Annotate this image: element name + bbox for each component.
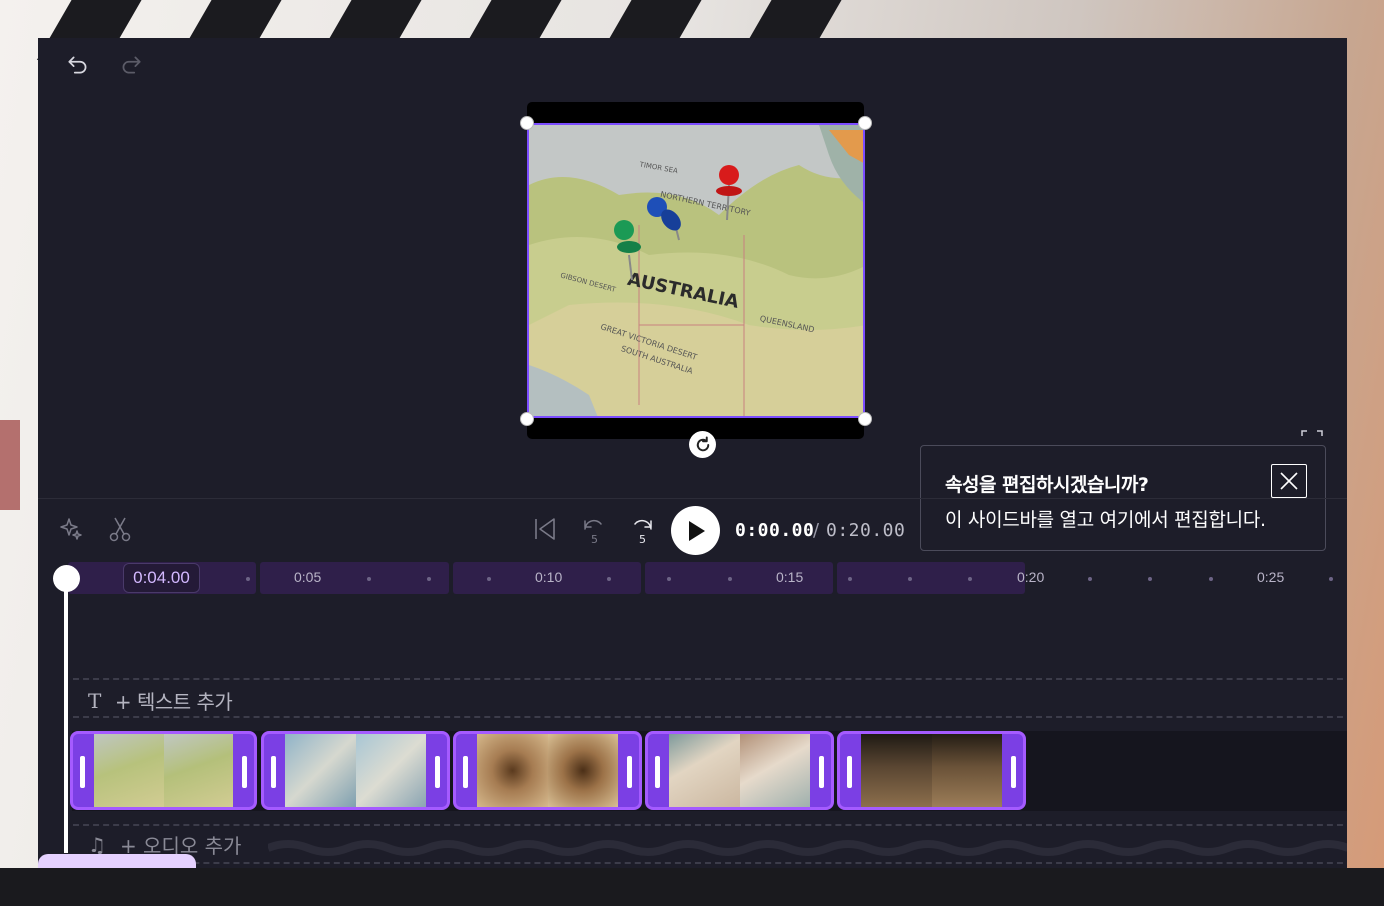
undo-icon[interactable] bbox=[65, 52, 91, 78]
resize-handle-bottom-right[interactable] bbox=[858, 412, 872, 426]
clip-thumbnails bbox=[94, 734, 233, 807]
clip-thumbnails bbox=[861, 734, 1002, 807]
ruler-dot bbox=[848, 577, 852, 581]
tooltip-title: 속성을 편집하시겠습니까? bbox=[945, 474, 1149, 496]
track-border bbox=[73, 862, 1347, 864]
ruler-dot bbox=[487, 577, 491, 581]
ruler-segment[interactable] bbox=[260, 562, 449, 594]
panel-divider bbox=[38, 498, 1347, 499]
clip-trim-handle-right[interactable] bbox=[242, 756, 247, 788]
track-border bbox=[73, 824, 1347, 826]
ruler-dot bbox=[728, 577, 732, 581]
track-border bbox=[73, 678, 1347, 680]
clip-trim-handle-left[interactable] bbox=[847, 756, 852, 788]
skip-to-start-icon[interactable] bbox=[533, 516, 557, 547]
audio-waveform bbox=[268, 840, 1347, 856]
clip-trim-handle-left[interactable] bbox=[271, 756, 276, 788]
music-note-icon: ♫ bbox=[88, 832, 106, 857]
ruler-segment[interactable] bbox=[645, 562, 833, 594]
clip-trim-handle-right[interactable] bbox=[1011, 756, 1016, 788]
ruler-label: 0:20 bbox=[1017, 569, 1045, 585]
preview-image[interactable]: AUSTRALIA NORTHERN TERRITORY GREAT VICTO… bbox=[527, 123, 865, 418]
ruler-dot bbox=[607, 577, 611, 581]
video-clip[interactable] bbox=[645, 731, 834, 810]
ruler-segment[interactable] bbox=[837, 562, 1025, 594]
resize-handle-top-left[interactable] bbox=[520, 116, 534, 130]
rewind-5-icon[interactable]: 5 bbox=[581, 515, 607, 550]
ruler-dot bbox=[1209, 577, 1213, 581]
ruler-dot bbox=[367, 577, 371, 581]
ruler-label: 0:25 bbox=[1257, 569, 1285, 585]
redo-icon[interactable] bbox=[118, 52, 144, 78]
clip-thumbnails bbox=[477, 734, 618, 807]
video-editor: AUSTRALIA NORTHERN TERRITORY GREAT VICTO… bbox=[38, 38, 1347, 868]
fullscreen-icon[interactable] bbox=[1301, 430, 1323, 444]
playhead-line bbox=[64, 583, 68, 853]
forward-5-icon[interactable]: 5 bbox=[629, 515, 655, 550]
clip-trim-handle-right[interactable] bbox=[435, 756, 440, 788]
clip-trim-handle-left[interactable] bbox=[80, 756, 85, 788]
ruler-dot bbox=[667, 577, 671, 581]
ruler-dot bbox=[427, 577, 431, 581]
close-icon[interactable] bbox=[1271, 464, 1307, 498]
video-clip[interactable] bbox=[70, 731, 257, 810]
current-time: 0:00.00 bbox=[735, 520, 815, 541]
clip-thumbnails bbox=[669, 734, 810, 807]
rotate-icon[interactable] bbox=[689, 431, 716, 458]
ruler-label: 0:05 bbox=[294, 569, 322, 585]
video-clip[interactable] bbox=[261, 731, 450, 810]
rewind-seconds-label: 5 bbox=[591, 533, 598, 545]
add-text-label: + 텍스트 추가 bbox=[114, 690, 233, 714]
playhead-handle[interactable] bbox=[53, 565, 80, 592]
total-time: 0:20.00 bbox=[826, 520, 906, 541]
magic-sparkle-icon[interactable] bbox=[59, 516, 83, 545]
ruler-current-time: 0:04.00 bbox=[123, 563, 200, 593]
ruler-dot bbox=[968, 577, 972, 581]
ruler-dot bbox=[246, 577, 250, 581]
video-clip[interactable] bbox=[453, 731, 642, 810]
play-button[interactable] bbox=[671, 506, 720, 555]
resize-handle-bottom-left[interactable] bbox=[520, 412, 534, 426]
track-border bbox=[73, 716, 1347, 718]
ruler-dot bbox=[1148, 577, 1152, 581]
play-icon bbox=[688, 520, 705, 541]
ruler-label: 0:15 bbox=[776, 569, 804, 585]
ruler-dot bbox=[908, 577, 912, 581]
clip-trim-handle-right[interactable] bbox=[627, 756, 632, 788]
resize-handle-top-right[interactable] bbox=[858, 116, 872, 130]
background-ink bbox=[0, 420, 20, 510]
bottom-tab-indicator bbox=[38, 854, 196, 868]
clip-trim-handle-left[interactable] bbox=[463, 756, 468, 788]
text-icon: T bbox=[88, 688, 101, 713]
forward-seconds-label: 5 bbox=[639, 533, 646, 545]
background-rim bbox=[0, 868, 1384, 906]
clip-trim-handle-right[interactable] bbox=[819, 756, 824, 788]
scissors-icon[interactable] bbox=[108, 516, 132, 547]
ruler-dot bbox=[1088, 577, 1092, 581]
clip-thumbnails bbox=[285, 734, 426, 807]
ruler-label: 0:10 bbox=[535, 569, 563, 585]
clip-trim-handle-left[interactable] bbox=[655, 756, 660, 788]
ruler-dot bbox=[1329, 577, 1333, 581]
time-separator: / bbox=[813, 520, 820, 541]
tooltip-body: 이 사이드바를 열고 여기에서 편집합니다. bbox=[945, 509, 1266, 531]
video-clip[interactable] bbox=[837, 731, 1026, 810]
add-text-track[interactable]: T + 텍스트 추가 bbox=[88, 686, 233, 715]
